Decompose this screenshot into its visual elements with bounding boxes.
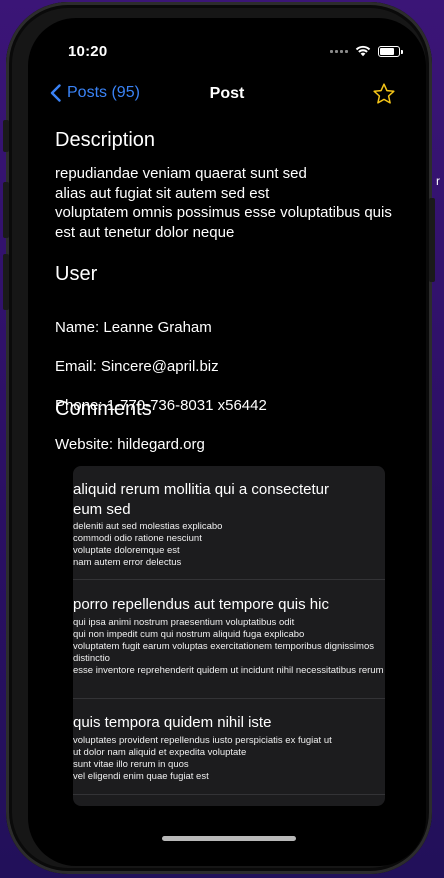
comment-separator	[73, 794, 385, 795]
user-heading: User	[55, 263, 98, 285]
mute-switch	[3, 120, 9, 152]
volume-up-button	[3, 182, 9, 238]
comment-body: qui ipsa animi nostrum praesentium volup…	[73, 616, 384, 676]
cellular-signal-icon	[330, 49, 348, 53]
status-time: 10:20	[68, 43, 108, 60]
comment-separator	[73, 698, 385, 699]
comment-title: porro repellendus aut tempore quis hic	[73, 596, 329, 613]
comment-body: deleniti aut sed molestias explicabo com…	[73, 521, 223, 568]
user-email: Email: Sincere@april.biz	[55, 357, 219, 375]
user-info: Name: Leanne Graham Email: Sincere@april…	[55, 298, 405, 474]
star-favorite-icon[interactable]	[372, 82, 396, 106]
desktop-edge-glyph: r	[436, 174, 440, 188]
comment-separator	[73, 579, 385, 580]
status-icons	[330, 45, 403, 57]
battery-icon	[378, 45, 403, 57]
comment-item[interactable]: aliquid rerum mollitia qui a consectetur…	[73, 480, 385, 569]
description-body: repudiandae veniam quaerat sunt sed alia…	[55, 165, 392, 241]
comment-title: aliquid rerum mollitia qui a consectetur…	[73, 481, 329, 518]
phone-frame: 10:20 Posts (95) Post Description repudi…	[3, 2, 435, 874]
description-heading: Description	[55, 129, 156, 151]
comment-item[interactable]: quis tempora quidem nihil iste voluptate…	[73, 713, 385, 783]
comments-heading: Comments	[55, 398, 152, 420]
comment-item[interactable]: porro repellendus aut tempore quis hic q…	[73, 595, 385, 677]
home-indicator[interactable]	[162, 836, 296, 841]
app-screen: 10:20 Posts (95) Post Description repudi…	[28, 18, 426, 866]
wifi-icon	[355, 45, 371, 57]
comments-list[interactable]: aliquid rerum mollitia qui a consectetur…	[73, 466, 385, 806]
page-title: Post	[209, 85, 245, 102]
power-button	[429, 198, 435, 282]
user-website: Website: hildegard.org	[55, 435, 205, 453]
volume-down-button	[3, 254, 9, 310]
comment-body: voluptates provident repellendus iusto p…	[73, 734, 332, 782]
comment-title: quis tempora quidem nihil iste	[73, 714, 272, 731]
user-name: Name: Leanne Graham	[55, 318, 212, 336]
